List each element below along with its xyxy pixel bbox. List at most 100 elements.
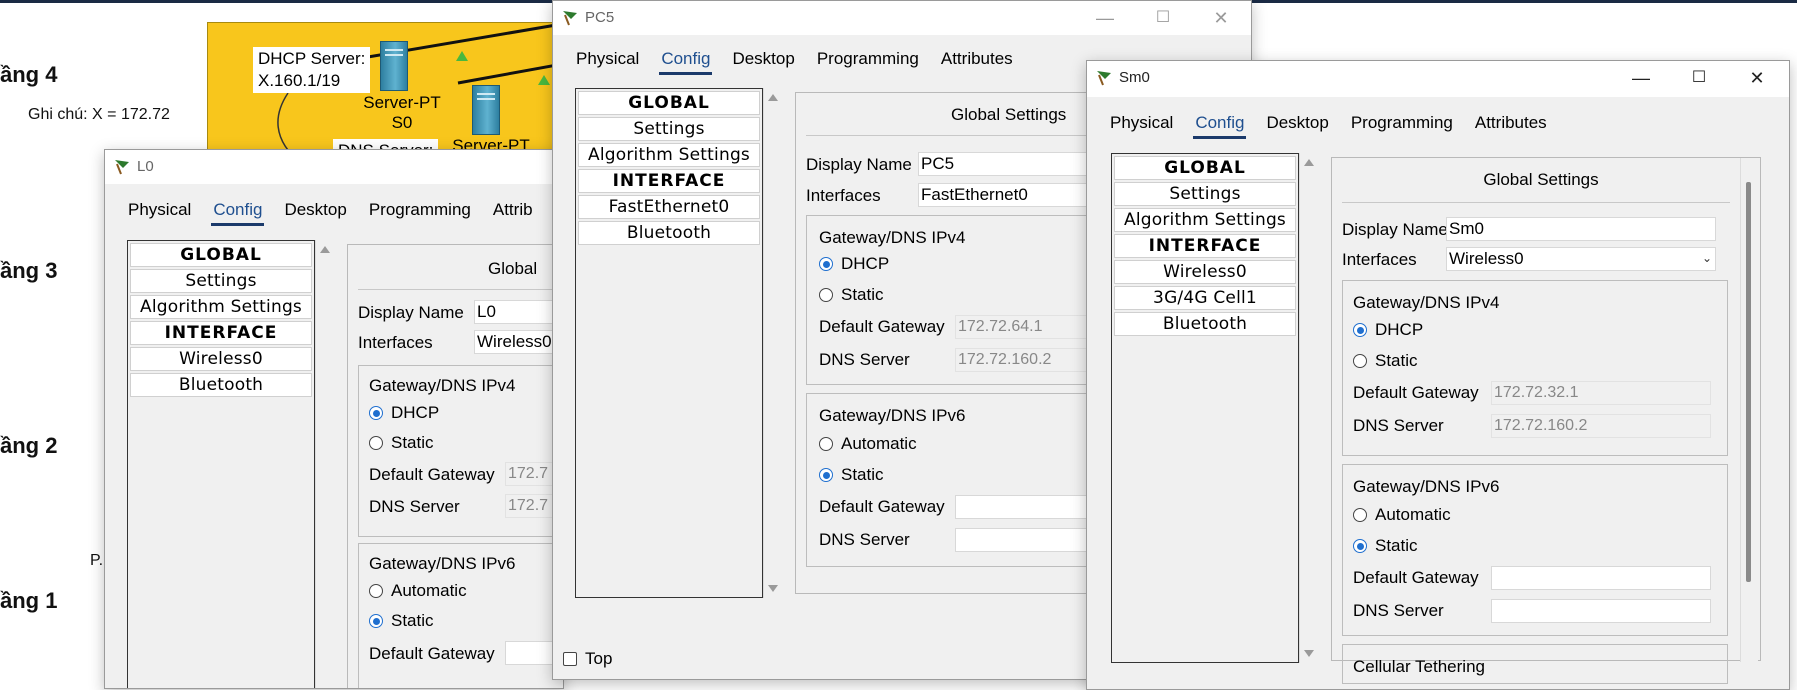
maximize-icon[interactable]: ☐	[1141, 5, 1185, 31]
top-checkbox-label: Top	[585, 649, 613, 668]
nav-settings[interactable]: Settings	[130, 269, 312, 293]
static-radio[interactable]	[819, 288, 833, 302]
tab-programming[interactable]: Programming	[1340, 111, 1464, 139]
static6-label: Static	[841, 465, 884, 484]
interfaces-select[interactable]: FastEthernet0	[918, 183, 1108, 207]
interfaces-select[interactable]: Wireless0	[474, 330, 563, 354]
server-icon[interactable]	[472, 85, 500, 135]
tab-physical[interactable]: Physical	[565, 47, 650, 75]
tab-config[interactable]: Config	[1184, 111, 1255, 139]
top-checkbox[interactable]	[563, 652, 577, 666]
dhcp-radio[interactable]	[819, 257, 833, 271]
scroll-down-icon[interactable]	[1304, 650, 1314, 657]
tab-attributes[interactable]: Attributes	[930, 47, 1024, 75]
scroll-thumb[interactable]	[1746, 182, 1751, 582]
ipv6-title: Gateway/DNS IPv6	[819, 406, 966, 425]
dhcp-server-label: DHCP Server:	[258, 49, 366, 68]
automatic-radio[interactable]	[1353, 508, 1367, 522]
dhcp-radio[interactable]	[369, 406, 383, 420]
nav-scrollbar[interactable]	[1299, 153, 1317, 663]
floor-label-3: ầng 3	[0, 258, 58, 283]
automatic-label: Automatic	[841, 434, 917, 453]
tab-desktop[interactable]: Desktop	[721, 47, 805, 75]
divider	[1342, 202, 1730, 203]
dns-server6-input[interactable]	[1491, 599, 1711, 623]
title-bar[interactable]: L0	[105, 150, 563, 184]
static6-radio[interactable]	[819, 468, 833, 482]
nav-interface[interactable]: INTERFACE	[578, 169, 760, 193]
nav-bluetooth[interactable]: Bluetooth	[130, 373, 312, 397]
nav-settings[interactable]: Settings	[1114, 182, 1296, 206]
display-name-input[interactable]: L0	[474, 300, 563, 324]
window-title: Sm0	[1119, 69, 1150, 86]
close-icon[interactable]: ✕	[1199, 5, 1243, 31]
tab-config[interactable]: Config	[650, 47, 721, 75]
tab-desktop[interactable]: Desktop	[1255, 111, 1339, 139]
automatic-label: Automatic	[391, 581, 467, 600]
nav-settings[interactable]: Settings	[578, 117, 760, 141]
server-s0-label: Server-PT S0	[363, 93, 441, 132]
nav-fastethernet0[interactable]: FastEthernet0	[578, 195, 760, 219]
settings-panel: Global Settings Display Name PC5 Interfa…	[795, 92, 1115, 594]
tab-desktop[interactable]: Desktop	[273, 198, 357, 226]
nav-global[interactable]: GLOBAL	[130, 243, 312, 267]
display-name-input[interactable]: PC5	[918, 152, 1108, 176]
static-radio[interactable]	[1353, 354, 1367, 368]
cellular-group: Cellular Tethering	[1342, 644, 1728, 684]
nav-bluetooth[interactable]: Bluetooth	[1114, 312, 1296, 336]
tab-config[interactable]: Config	[202, 198, 273, 226]
display-name-input[interactable]: Sm0	[1446, 217, 1716, 241]
tab-physical[interactable]: Physical	[117, 198, 202, 226]
config-nav-list: GLOBAL Settings Algorithm Settings INTER…	[575, 88, 763, 598]
maximize-icon[interactable]: ☐	[1677, 65, 1721, 91]
divider	[806, 135, 1094, 136]
interfaces-select[interactable]: Wireless0	[1446, 247, 1716, 271]
static-radio[interactable]	[369, 436, 383, 450]
tab-attributes[interactable]: Attributes	[1464, 111, 1558, 139]
scroll-up-icon[interactable]	[1304, 159, 1314, 166]
default-gateway-label: Default Gateway	[819, 317, 945, 336]
dhcp-radio[interactable]	[1353, 323, 1367, 337]
nav-bluetooth[interactable]: Bluetooth	[578, 221, 760, 245]
nav-wireless0[interactable]: Wireless0	[1114, 260, 1296, 284]
nav-interface[interactable]: INTERFACE	[130, 321, 312, 345]
window-l0: L0 Physical Config Desktop Programming A…	[104, 149, 564, 689]
nav-wireless0[interactable]: Wireless0	[130, 347, 312, 371]
scroll-up-icon[interactable]	[320, 246, 330, 253]
title-bar[interactable]: Sm0 — ☐ ✕	[1087, 61, 1789, 97]
chevron-down-icon[interactable]: ⌄	[1702, 251, 1712, 265]
display-name-label: Display Name	[806, 155, 912, 174]
tab-attributes[interactable]: Attrib	[482, 198, 544, 226]
nav-algorithm-settings[interactable]: Algorithm Settings	[578, 143, 760, 167]
nav-interface[interactable]: INTERFACE	[1114, 234, 1296, 258]
nav-3g4g-cell1[interactable]: 3G/4G Cell1	[1114, 286, 1296, 310]
close-icon[interactable]: ✕	[1735, 65, 1779, 91]
ipv4-group: Gateway/DNS IPv4 DHCP Static Default Gat…	[358, 365, 563, 537]
nav-global[interactable]: GLOBAL	[578, 91, 760, 115]
nav-scrollbar[interactable]	[315, 240, 333, 688]
automatic-radio[interactable]	[819, 437, 833, 451]
static6-radio[interactable]	[369, 614, 383, 628]
nav-scrollbar[interactable]	[763, 88, 781, 598]
tab-bar: Physical Config Desktop Programming Attr…	[565, 47, 1024, 75]
default-gateway6-input[interactable]	[1491, 566, 1711, 590]
dns-server-input[interactable]: 172.72.160.2	[1491, 414, 1711, 438]
tab-programming[interactable]: Programming	[806, 47, 930, 75]
default-gateway-input[interactable]: 172.72.32.1	[1491, 381, 1711, 405]
nav-algorithm-settings[interactable]: Algorithm Settings	[1114, 208, 1296, 232]
static6-radio[interactable]	[1353, 539, 1367, 553]
minimize-icon[interactable]: —	[1083, 5, 1127, 31]
tab-programming[interactable]: Programming	[358, 198, 482, 226]
packet-tracer-icon	[1097, 71, 1111, 86]
window-title: PC5	[585, 9, 615, 26]
server-icon[interactable]	[380, 41, 408, 91]
scroll-down-icon[interactable]	[768, 585, 778, 592]
scroll-up-icon[interactable]	[768, 94, 778, 101]
nav-global[interactable]: GLOBAL	[1114, 156, 1296, 180]
title-bar[interactable]: PC5 — ☐ ✕	[553, 1, 1251, 35]
minimize-icon[interactable]: —	[1619, 65, 1663, 91]
nav-algorithm-settings[interactable]: Algorithm Settings	[130, 295, 312, 319]
tab-physical[interactable]: Physical	[1099, 111, 1184, 139]
panel-scrollbar[interactable]	[1740, 158, 1758, 662]
automatic-radio[interactable]	[369, 584, 383, 598]
